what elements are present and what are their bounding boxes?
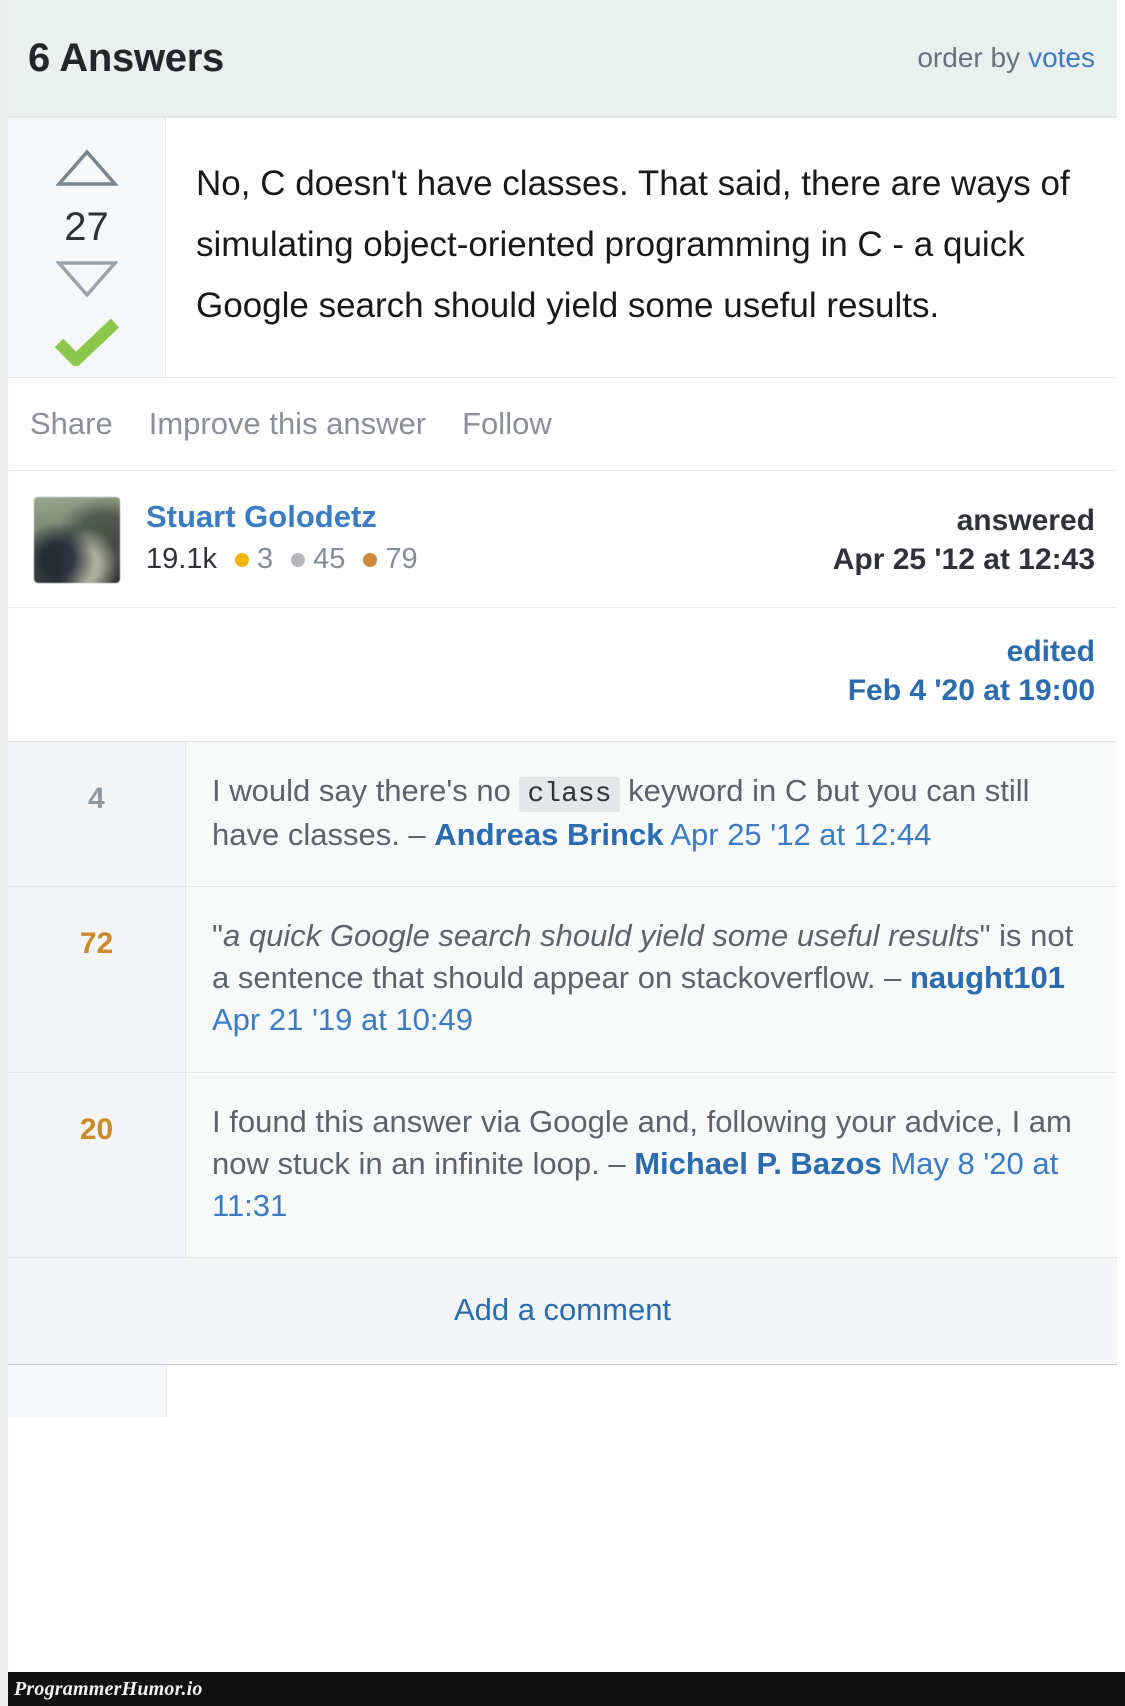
author-meta: Stuart Golodetz 19.1k 3 45 79: [146, 497, 418, 577]
author-name-link[interactable]: Stuart Golodetz: [146, 499, 418, 535]
answered-timestamp: answered Apr 25 '12 at 12:43: [833, 497, 1095, 579]
add-comment-link[interactable]: Add a comment: [454, 1292, 671, 1327]
watermark-bar: ProgrammerHumor.io: [8, 1672, 1125, 1706]
answered-label: answered: [956, 503, 1095, 537]
next-answer-body: [167, 1365, 1117, 1418]
next-answer-vote-cell: [8, 1365, 167, 1418]
watermark-text: ProgrammerHumor.io: [14, 1677, 203, 1700]
comment-text-leading: ": [212, 918, 224, 954]
comment-timestamp[interactable]: Apr 21 '19 at 10:49: [212, 1002, 473, 1037]
stackoverflow-answer-screenshot: 6 Answers order by votes 27 No, C doesn'…: [0, 0, 1125, 1706]
silver-badge-dot-icon: [291, 552, 306, 567]
edited-row: edited Feb 4 '20 at 19:00: [8, 607, 1117, 742]
comment-row: 20 I found this answer via Google and, f…: [8, 1072, 1117, 1259]
comment-author-link[interactable]: Andreas Brinck: [434, 817, 663, 852]
improve-this-answer-link[interactable]: Improve this answer: [149, 406, 426, 442]
order-by-label: order by: [917, 42, 1021, 73]
answers-count-title: 6 Answers: [28, 35, 224, 80]
gold-badge-count: 3: [256, 543, 274, 576]
comment-body: "a quick Google search should yield some…: [186, 887, 1117, 1071]
comment-quoted-text: a quick Google search should yield some …: [223, 918, 980, 954]
avatar[interactable]: [34, 496, 120, 583]
share-link[interactable]: Share: [30, 406, 113, 442]
comment-text-leading: I would say there's no: [212, 772, 520, 808]
bronze-badge[interactable]: 79: [363, 543, 418, 576]
comment-score-cell: 72: [8, 887, 186, 1072]
order-by-control: order by votes: [917, 42, 1095, 74]
author-reputation-line: 19.1k 3 45 79: [146, 543, 418, 576]
comment-score-cell: 4: [8, 741, 186, 887]
answer-block: 27 No, C doesn't have classes. That said…: [8, 118, 1117, 378]
edited-timestamp: edited Feb 4 '20 at 19:00: [848, 632, 1095, 711]
comment-row: 72 "a quick Google search should yield s…: [8, 887, 1117, 1073]
comment-author-link[interactable]: naught101: [910, 960, 1065, 995]
comment-body: I found this answer via Google and, foll…: [186, 1073, 1117, 1257]
answer-text: No, C doesn't have classes. That said, t…: [196, 164, 1070, 325]
comments-list: 4 I would say there's no class keyword i…: [8, 741, 1117, 1366]
author-card: Stuart Golodetz 19.1k 3 45 79 answered A…: [8, 470, 1117, 608]
comment-score-cell: 20: [8, 1072, 186, 1258]
bronze-badge-count: 79: [385, 543, 418, 576]
vote-count: 27: [64, 205, 109, 249]
silver-badge-count: 45: [313, 543, 346, 576]
comment-body: I would say there's no class keyword in …: [186, 742, 1117, 886]
vote-cell: 27: [8, 118, 166, 377]
triangle-down-icon[interactable]: [54, 259, 119, 304]
comment-score: 72: [79, 927, 114, 961]
bronze-badge-dot-icon: [363, 552, 378, 567]
add-comment-row: Add a comment: [8, 1258, 1117, 1366]
comment-timestamp[interactable]: Apr 25 '12 at 12:44: [663, 817, 931, 852]
reputation-value: 19.1k: [146, 543, 217, 576]
green-checkmark-icon[interactable]: [54, 318, 120, 371]
answered-date[interactable]: Apr 25 '12 at 12:43: [833, 540, 1095, 579]
answer-actions: Share Improve this answer Follow: [8, 377, 1117, 471]
order-by-votes-link[interactable]: votes: [1028, 42, 1095, 73]
comment-score: 20: [79, 1112, 114, 1146]
gold-badge-dot-icon: [234, 552, 249, 567]
edited-label[interactable]: edited: [848, 632, 1095, 672]
edited-date[interactable]: Feb 4 '20 at 19:00: [848, 671, 1095, 711]
follow-link[interactable]: Follow: [462, 406, 552, 442]
gold-badge[interactable]: 3: [234, 543, 274, 576]
triangle-up-icon[interactable]: [54, 148, 119, 193]
comment-row: 4 I would say there's no class keyword i…: [8, 741, 1117, 888]
answers-header: 6 Answers order by votes: [8, 0, 1117, 118]
silver-badge[interactable]: 45: [291, 543, 345, 576]
comment-score: 4: [88, 781, 105, 815]
answer-body: No, C doesn't have classes. That said, t…: [166, 118, 1117, 377]
next-answer-peek: [8, 1365, 1117, 1418]
comment-author-link[interactable]: Michael P. Bazos: [634, 1146, 882, 1181]
comment-inline-code: class: [519, 776, 620, 812]
